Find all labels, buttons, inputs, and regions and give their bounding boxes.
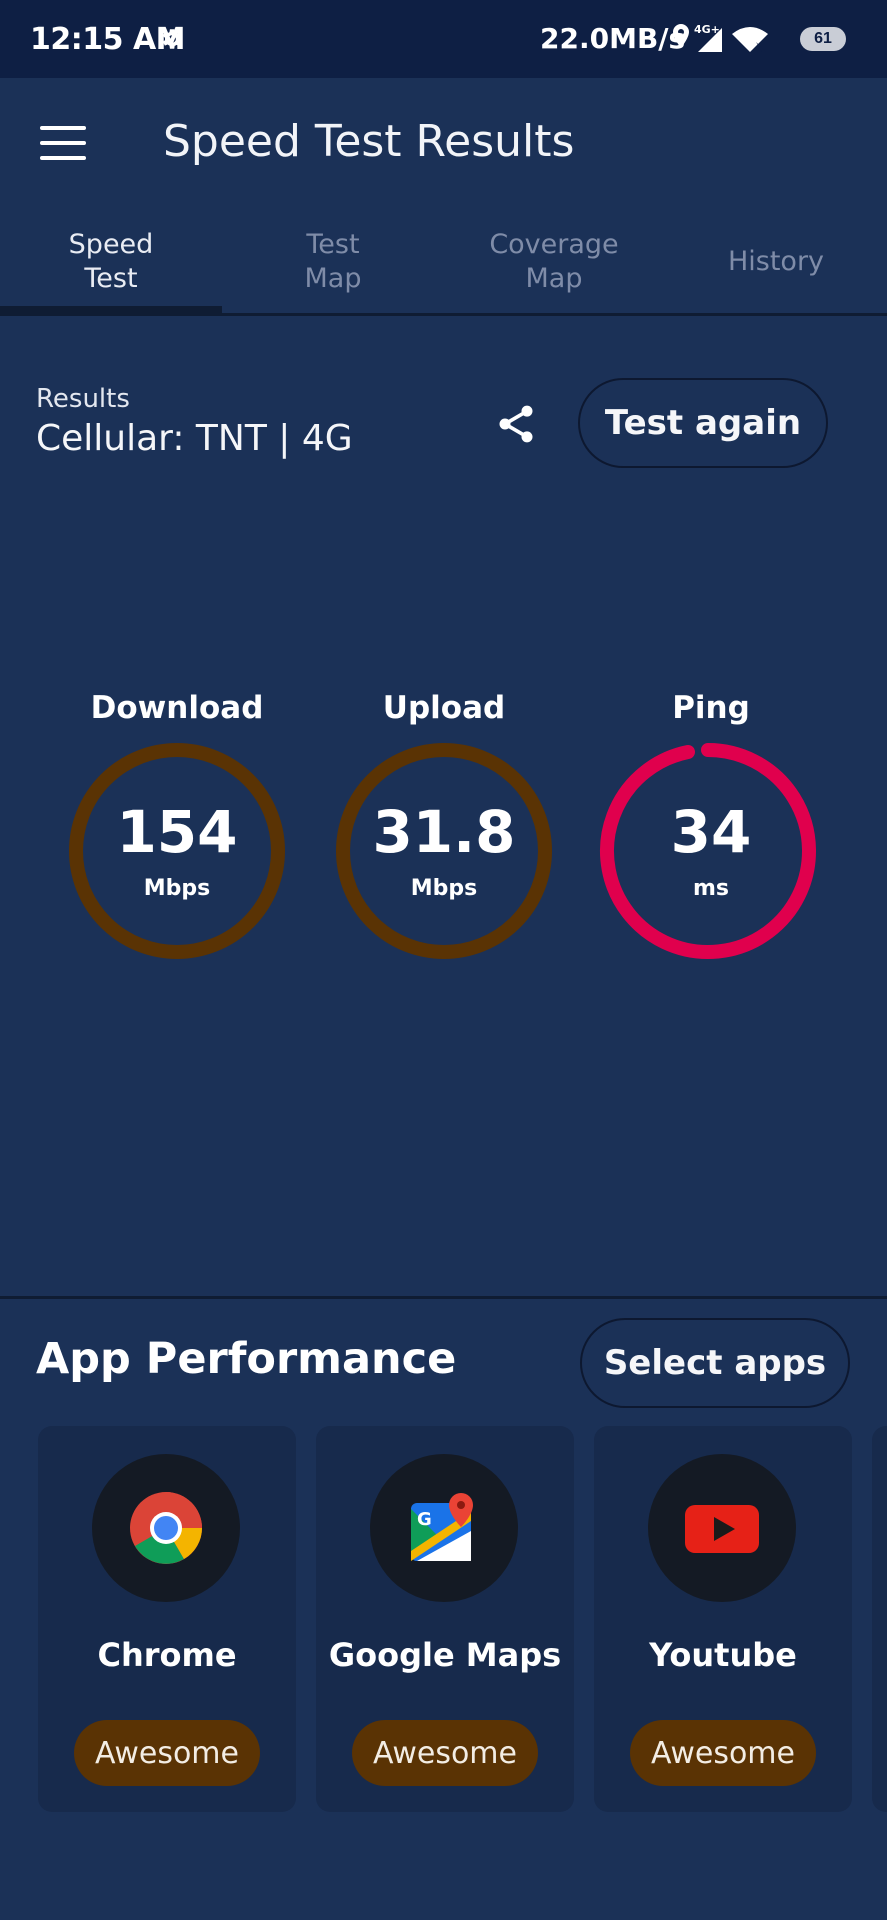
upload-value: 31.8 [372, 798, 516, 866]
download-value: 154 [116, 798, 238, 866]
connection-info: Cellular: TNT | 4G [36, 418, 353, 459]
app-performance-title: App Performance [36, 1334, 457, 1384]
rating-badge: Awesome [352, 1720, 538, 1786]
upload-unit: Mbps [410, 876, 478, 901]
app-card-chrome[interactable]: Chrome Awesome [38, 1426, 296, 1812]
results-label: Results [36, 384, 130, 414]
svg-text:G: G [417, 1509, 432, 1530]
tab-divider [0, 313, 887, 316]
location-icon [673, 24, 689, 48]
chrome-icon [130, 1492, 202, 1564]
wifi-icon [732, 27, 768, 52]
youtube-icon [685, 1505, 759, 1553]
app-bar: Speed Test Results [0, 78, 887, 208]
app-icon-container: G [370, 1454, 518, 1602]
settings-gear-icon [162, 29, 182, 49]
tab-history[interactable]: History [665, 208, 887, 316]
ping-value: 34 [670, 798, 752, 866]
status-icons: 4G+ [673, 23, 768, 52]
rating-badge: Awesome [74, 1720, 260, 1786]
app-name: Youtube [649, 1636, 797, 1674]
menu-icon[interactable] [40, 126, 86, 160]
tab-speed-test[interactable]: Speed Test [0, 208, 222, 316]
ping-label: Ping [672, 690, 750, 726]
app-card-google-maps[interactable]: G Google Maps Awesome [316, 1426, 574, 1812]
status-bar: 12:15 AM 22.0MB/s 4G+ 61 [0, 0, 887, 78]
battery-indicator: 61 [800, 27, 846, 51]
app-card-partial [872, 1426, 887, 1812]
select-apps-button[interactable]: Select apps [580, 1318, 850, 1408]
upload-label: Upload [382, 690, 506, 726]
app-icon-container [648, 1454, 796, 1602]
share-icon[interactable] [494, 402, 538, 446]
network-speed: 22.0MB/s [540, 22, 686, 55]
rating-badge: Awesome [630, 1720, 816, 1786]
page-title: Speed Test Results [163, 116, 575, 167]
tab-coverage-map[interactable]: Coverage Map [443, 208, 665, 316]
tab-test-map[interactable]: Test Map [222, 208, 444, 316]
download-label: Download [90, 690, 264, 726]
google-maps-icon: G [411, 1493, 473, 1561]
app-icon-container [92, 1454, 240, 1602]
app-name: Google Maps [328, 1636, 562, 1674]
app-name: Chrome [97, 1636, 237, 1674]
app-card-youtube[interactable]: Youtube Awesome [594, 1426, 852, 1812]
ping-unit: ms [692, 876, 730, 901]
test-again-button[interactable]: Test again [578, 378, 828, 468]
tab-bar: Speed Test Test Map Coverage Map History [0, 208, 887, 316]
section-divider [0, 1296, 887, 1299]
download-unit: Mbps [143, 876, 211, 901]
active-tab-indicator [0, 306, 222, 313]
